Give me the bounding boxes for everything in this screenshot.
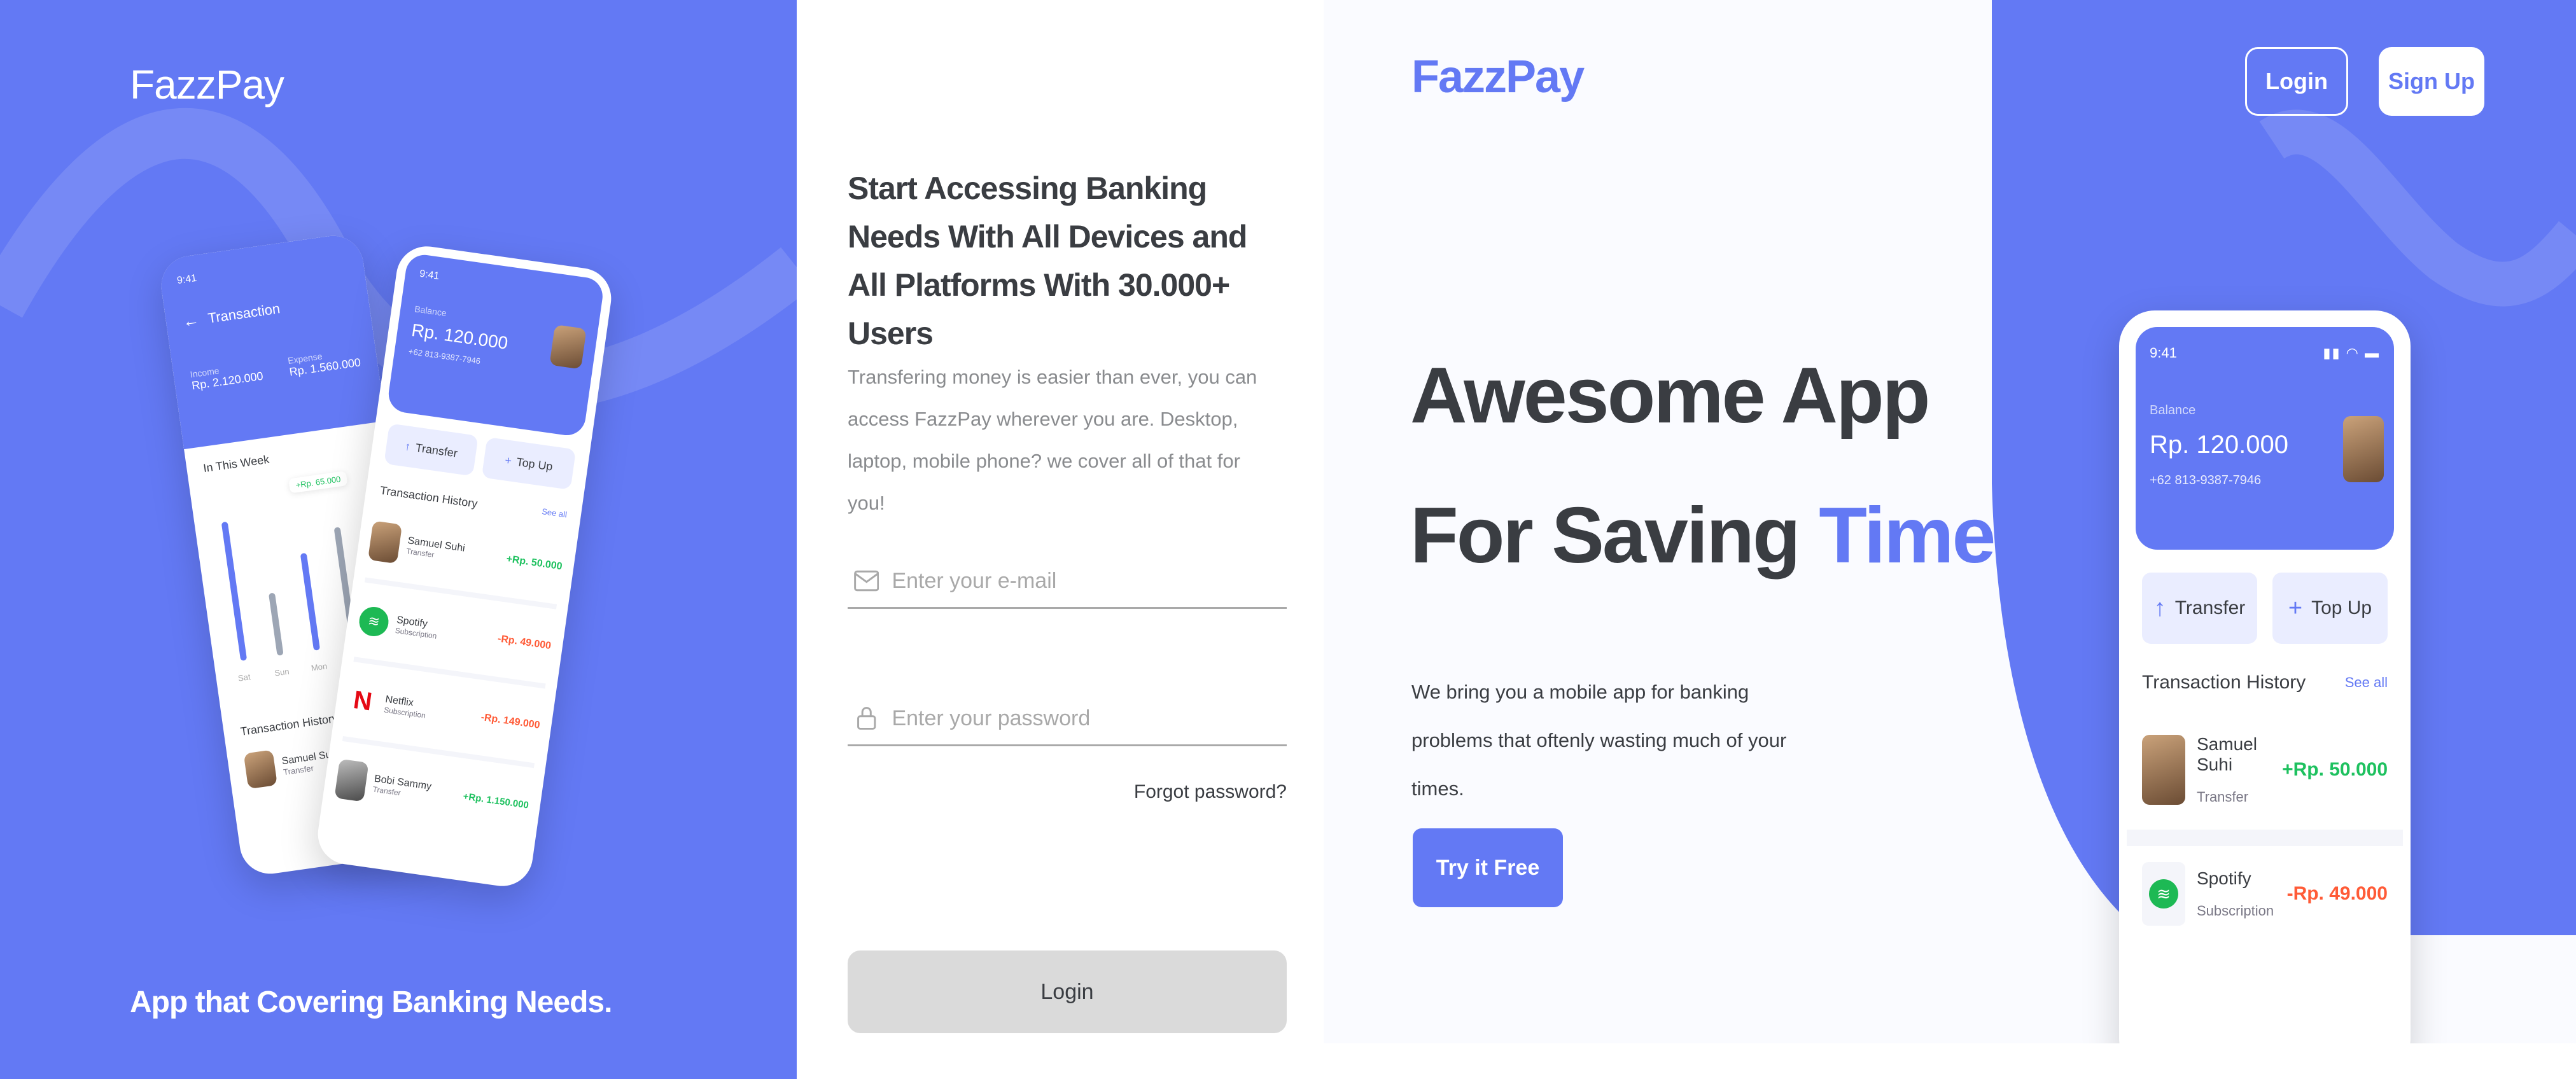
brand-logo[interactable]: FazzPay: [1411, 51, 1585, 103]
phone-title: Transaction: [207, 300, 281, 326]
status-time: 9:41: [419, 268, 440, 282]
hero-headline-line1: Awesome App: [1410, 352, 1931, 440]
tx-amount: -Rp. 149.000: [480, 711, 541, 731]
try-free-button[interactable]: Try it Free: [1413, 828, 1563, 907]
password-field[interactable]: [848, 692, 1287, 746]
week-day-label: Sun: [274, 666, 290, 678]
arrow-up-icon: ↑: [403, 439, 412, 453]
netflix-icon: N: [351, 685, 374, 716]
tx-amount: +Rp. 50.000: [2282, 759, 2388, 780]
login-panel: Start Accessing Banking Needs With All D…: [797, 0, 1324, 1079]
spotify-icon: ≋: [357, 605, 391, 638]
avatar: [2343, 416, 2384, 482]
brand-logo[interactable]: FazzPay: [130, 61, 284, 108]
avatar: [367, 520, 403, 564]
tx-name: Samuel Suhi: [2197, 734, 2257, 774]
status-time: 9:41: [176, 272, 198, 286]
mail-icon: [854, 570, 879, 592]
login-submit-button[interactable]: Login: [848, 950, 1287, 1033]
avatar: [334, 758, 369, 802]
tx-sub: Transfer: [2197, 789, 2249, 805]
avatar: [549, 324, 587, 370]
topup-button[interactable]: + Top Up: [481, 436, 577, 490]
week-day-label: Mon: [310, 661, 328, 673]
avatar: [243, 749, 277, 790]
headline-accent: Time.: [1819, 492, 2016, 580]
week-day-label: Sat: [237, 672, 251, 683]
status-time: 9:41: [2150, 345, 2177, 361]
avatar: [2142, 735, 2185, 805]
week-bar: [268, 592, 284, 656]
tx-amount: +Rp. 50.000: [505, 553, 563, 573]
email-field[interactable]: [848, 555, 1287, 609]
week-bar: [221, 521, 248, 661]
login-description: Transfering money is easier than ever, y…: [848, 366, 1257, 514]
hero-subtext: We bring you a mobile app for banking pr…: [1411, 681, 1787, 800]
transaction-row[interactable]: Samuel Suhi Transfer +Rp. 50.000: [2127, 710, 2403, 846]
landing-panel: FazzPay Login Sign Up Awesome App For Sa…: [1324, 0, 2576, 1043]
tx-amount: -Rp. 49.000: [496, 633, 552, 652]
auth-side-panel: FazzPay 9:41 ← Transaction Income Rp. 2.…: [0, 0, 797, 1079]
week-label: In This Week: [202, 452, 270, 475]
history-label: Transaction History: [2142, 672, 2306, 693]
auth-tagline: App that Covering Banking Needs.: [130, 985, 612, 1019]
topup-button[interactable]: + Top Up: [2272, 573, 2388, 644]
transfer-button[interactable]: ↑ Transfer: [384, 423, 479, 477]
lock-icon: [857, 707, 876, 730]
back-arrow-icon[interactable]: ←: [181, 310, 200, 331]
phone-mockup-landing: 9:41 ▮▮ ◠ ▬ Balance Rp. 120.000 +62 813-…: [2119, 310, 2411, 1043]
peak-badge: +Rp. 65.000: [288, 471, 348, 494]
arrow-up-icon: ↑: [2153, 594, 2166, 622]
status-icons: ▮▮ ◠ ▬: [2323, 345, 2380, 361]
headline-text: For Saving: [1410, 492, 1801, 580]
password-input[interactable]: [890, 705, 1287, 732]
nav-signup-button[interactable]: Sign Up: [2379, 47, 2484, 116]
forgot-password-link[interactable]: Forgot password?: [1134, 781, 1287, 803]
hero-headline-line2: For Saving Time.: [1410, 491, 2016, 580]
balance-label: Balance: [2150, 403, 2196, 417]
page-bottom-strip: [1324, 1043, 2576, 1079]
tx-sub: Subscription: [2197, 903, 2274, 919]
login-heading: Start Accessing Banking Needs With All D…: [848, 171, 1247, 351]
email-input[interactable]: [890, 567, 1287, 594]
tx-name: Spotify: [2197, 868, 2251, 888]
tx-amount: -Rp. 49.000: [2286, 883, 2388, 904]
week-bar: [300, 552, 321, 651]
see-all-link[interactable]: See all: [2345, 674, 2388, 691]
plus-icon: +: [2288, 594, 2303, 622]
transaction-row[interactable]: ≋ Spotify Subscription -Rp. 49.000: [2127, 846, 2403, 942]
transfer-button[interactable]: ↑ Transfer: [2142, 573, 2257, 644]
see-all-link[interactable]: See all: [541, 506, 567, 523]
tx-amount: +Rp. 1.150.000: [462, 790, 529, 811]
spotify-icon: ≋: [2142, 862, 2185, 926]
plus-icon: +: [504, 453, 513, 468]
nav-login-button[interactable]: Login: [2245, 47, 2348, 116]
